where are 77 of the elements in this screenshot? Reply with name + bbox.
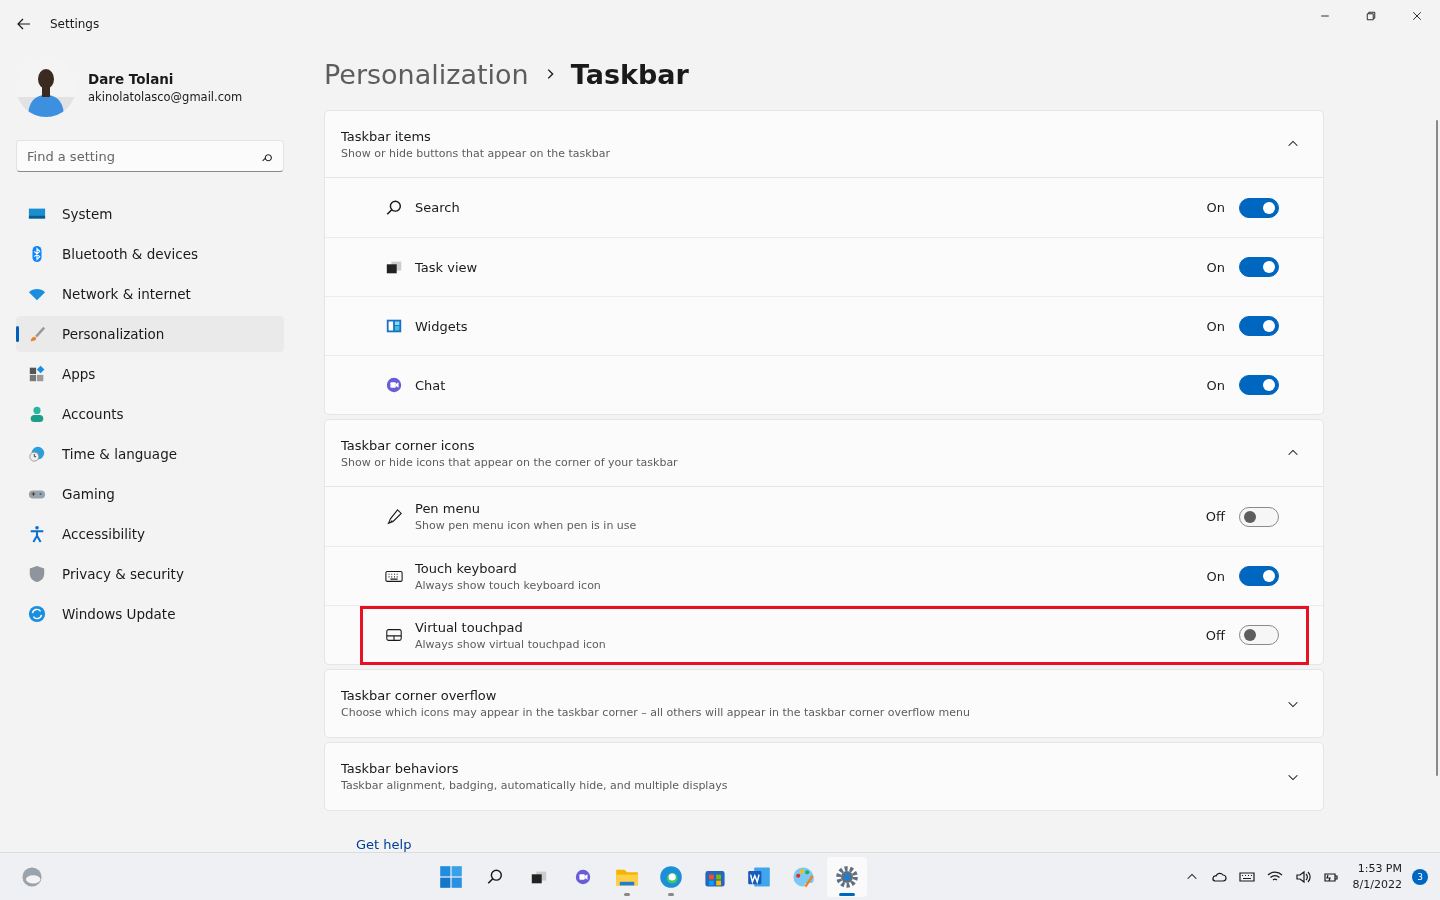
toggle-switch[interactable] [1239,316,1279,336]
section-description: Show or hide buttons that appear on the taskbar [341,146,611,160]
setting-label: Task view [415,259,479,275]
search-icon [486,867,505,886]
brush-icon [28,325,46,343]
section-title: Taskbar items [341,128,432,144]
back-arrow-icon [16,16,32,32]
toggle-switch[interactable] [1239,257,1279,277]
toggle-state: On [1206,200,1225,215]
nav-item[interactable]: Accessibility [16,516,284,552]
user-email: akinolatolasco@gmail.com [88,89,243,104]
nav-item[interactable]: Apps [16,356,284,392]
toggle-state: On [1206,568,1225,584]
toggle-state: On [1206,259,1225,275]
toggle-switch[interactable] [1239,197,1279,218]
setting-label: Virtual touchpad [415,619,524,635]
setting-label: Widgets [415,318,469,334]
toggle-state: On [1206,377,1225,393]
section-description: Choose which icons may appear in the taskbar corner – all others will appear in the taskbar corner overflow menu [341,706,971,719]
notification-badge[interactable]: 3 [1412,868,1428,885]
setting-label: Touch keyboard [415,560,518,576]
breadcrumb-link[interactable]: Personalization [324,58,529,90]
help-link[interactable]: Get help [356,837,1324,852]
toggle-state: Off [1205,509,1225,524]
toggle-switch[interactable] [1239,375,1279,395]
nav-item[interactable]: Gaming [16,476,284,512]
update-icon [28,605,46,623]
clock-time[interactable]: 1:53 PM [1357,862,1402,875]
windows-logo-icon [439,864,464,889]
toggle-switch[interactable] [1239,566,1279,586]
apps-icon [28,365,46,383]
section-title: Taskbar corner icons [341,437,476,453]
nav-item[interactable]: Windows Update [16,596,284,632]
restore-icon [1365,10,1377,22]
section-title: Taskbar behaviors [341,761,460,776]
nav-item[interactable]: Accounts [16,396,284,432]
section-description: Taskbar alignment, badging, automatically hide, and multiple displays [341,779,729,792]
setting-description: Always show virtual touchpad icon [415,637,607,651]
speaker-icon [1294,868,1311,885]
edge-icon [659,864,684,889]
chat-icon [574,867,593,886]
user-name: Dare Tolani [88,70,175,87]
accessibility-icon [28,525,46,543]
section-title: Taskbar corner overflow [341,688,498,703]
setting-label: Chat [415,377,447,393]
nav-item[interactable]: Bluetooth & devices [16,236,284,272]
setting-description: Always show touch keyboard icon [415,578,602,592]
nav-item[interactable]: Time & language [16,436,284,472]
setting-description: Show pen menu icon when pen is in use [415,519,638,532]
gear-icon [835,864,860,889]
clock-date[interactable]: 8/1/2022 [1352,878,1402,891]
nav-item[interactable]: Privacy & security [16,556,284,592]
search-field[interactable]: Find a setting [16,140,284,172]
page-title: Taskbar [570,58,689,90]
window-title: Settings [50,17,100,31]
palette-icon [791,864,816,889]
globe-clock-icon [28,445,46,463]
chat-icon [385,376,403,394]
section-description: Show or hide icons that appear on the corner of your taskbar [341,455,679,469]
pen-icon [385,507,403,526]
search-icon [385,198,403,217]
toggle-state: On [1206,318,1225,334]
shield-icon [28,565,46,583]
toggle-state: Off [1205,627,1225,643]
person-icon [28,405,46,423]
nav-item[interactable]: System [16,196,284,232]
touchpad-icon [385,626,403,644]
document-app-icon [747,864,772,889]
setting-label: Search [415,200,461,215]
toggle-switch[interactable] [1239,625,1279,645]
close-icon [1411,10,1423,22]
toggle-switch[interactable] [1239,506,1279,527]
nav-item[interactable]: Network & internet [16,276,284,312]
nav-item[interactable]: Personalization [16,316,284,352]
widgets-icon [385,317,403,335]
setting-label: Pen menu [415,501,481,516]
weather-icon [20,864,44,889]
